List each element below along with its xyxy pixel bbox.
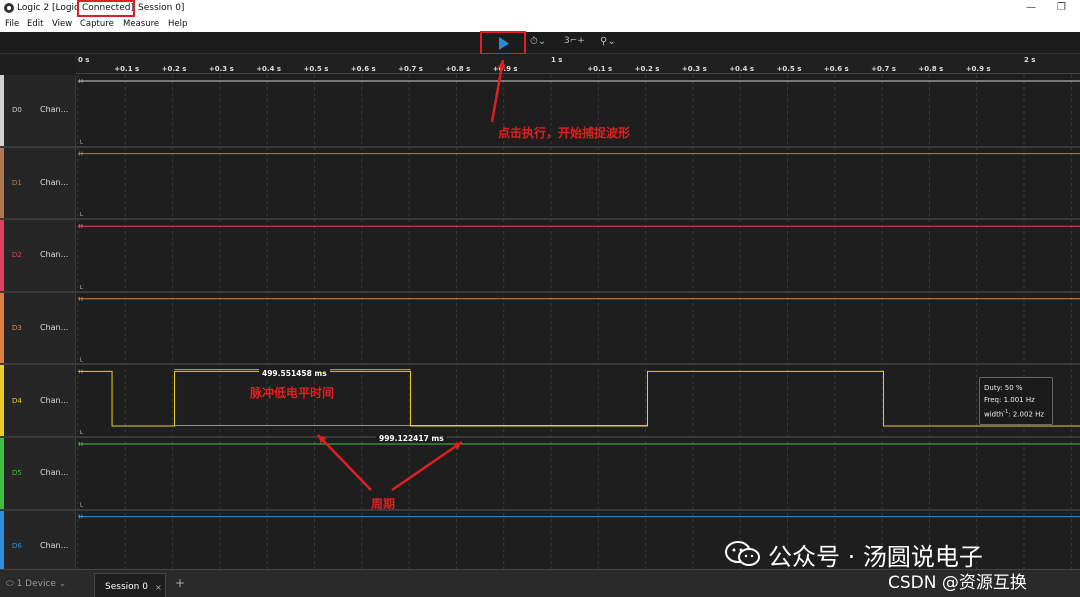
add-tab-button[interactable]: +	[175, 576, 185, 590]
low-level-marker: L	[80, 430, 83, 436]
low-width-measurement: 499.551458 ms	[259, 369, 330, 378]
freq-readout: Freq: 1.001 Hz	[984, 396, 1035, 404]
low-level-marker: L	[80, 212, 83, 218]
width-inverse-readout: width-1: 2.002 Hz	[984, 406, 1052, 420]
annotation-period: 周期	[371, 497, 396, 511]
annotation-pulse-low-time: 脉冲低电平时间	[250, 386, 335, 400]
high-level-marker: H	[79, 297, 83, 303]
measurement-info-box: Duty: 50 % Freq: 1.001 Hz width-1: 2.002…	[979, 377, 1053, 425]
session-tab-label: Session 0	[105, 582, 148, 592]
width-inv-prefix: width	[984, 410, 1004, 419]
high-level-marker: H	[79, 515, 83, 521]
csdn-watermark: CSDN @资源互换	[888, 573, 1027, 593]
low-level-marker: L	[80, 503, 83, 509]
low-level-marker: L	[80, 140, 83, 146]
high-level-marker: H	[79, 369, 83, 375]
waveform-canvas[interactable]: HLHLHLHLHLHLH	[0, 0, 1080, 597]
arrow-to-play-button	[490, 59, 505, 123]
device-tab-label: 1 Device	[16, 579, 56, 589]
high-level-marker: H	[79, 224, 83, 230]
wechat-watermark: 公众号 · 汤圆说电子	[768, 543, 983, 571]
arrow-to-period-end	[391, 440, 463, 492]
close-tab-icon[interactable]: ×	[155, 583, 162, 592]
low-level-marker: L	[80, 285, 83, 291]
low-level-marker: L	[80, 357, 83, 363]
period-measurement: 999.122417 ms	[376, 434, 447, 443]
wechat-logo-icon	[725, 541, 760, 566]
logic2-window: Logic 2 [Logic Connected] Session 0] — ❐…	[0, 0, 1080, 597]
high-level-marker: H	[79, 79, 83, 85]
arrow-to-period-start	[317, 434, 372, 491]
duty-readout: Duty: 50 %	[984, 384, 1023, 392]
annotation-start-capture: 点击执行，开始捕捉波形	[498, 126, 631, 140]
session-tab[interactable]: Session 0 ×	[94, 573, 166, 597]
high-level-marker: H	[79, 152, 83, 158]
width-inv-value: : 2.002 Hz	[1008, 410, 1045, 419]
device-tab[interactable]: ⬭ 1 Device ⌄	[6, 579, 66, 589]
high-level-marker: H	[79, 442, 83, 448]
